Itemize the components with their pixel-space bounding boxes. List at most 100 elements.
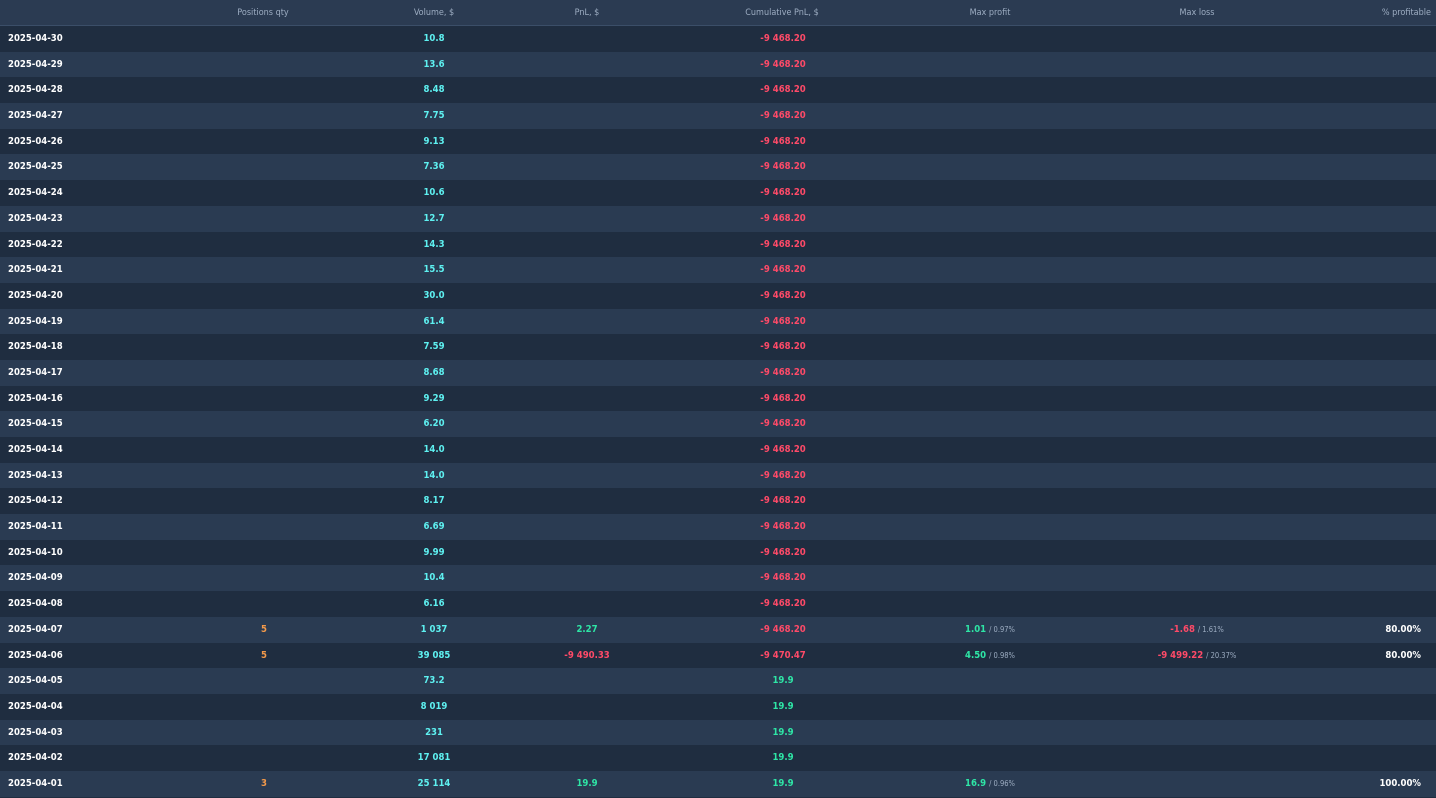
table-row[interactable]: 2025-04-21 15.5 -9 468.20	[0, 257, 1436, 283]
row-cumulative-pnl: -9 468.20	[760, 212, 806, 224]
row-pnl: -9 490.33	[564, 649, 610, 661]
row-volume: 14.0	[423, 469, 445, 481]
row-pct-profitable: 80.00%	[1385, 623, 1421, 635]
max-profit-value: 16.9	[965, 777, 987, 789]
table-row[interactable]: 2025-04-30 10.8 -9 468.20	[0, 26, 1436, 52]
table-row[interactable]: 2025-04-04 8 019 19.9	[0, 693, 1436, 720]
table-row[interactable]: 2025-04-07 5 1 037 2.27 -9 468.20 1.01 / 0.97…	[0, 616, 1436, 643]
table-row[interactable]: 2025-04-13 14.0 -9 468.20	[0, 462, 1436, 489]
header-volume[interactable]: Volume, $	[414, 0, 454, 26]
table-row[interactable]: 2025-04-18 7.59 -9 468.20	[0, 334, 1436, 360]
row-cumulative-pnl: -9 468.20	[760, 623, 806, 635]
row-volume: 6.20	[423, 418, 445, 430]
table-row[interactable]: 2025-04-17 8.68 -9 468.20	[0, 359, 1436, 386]
row-date: 2025-04-23	[8, 212, 63, 224]
row-cumulative-pnl: 19.9	[772, 752, 794, 764]
table-row[interactable]: 2025-04-03 231 19.9	[0, 719, 1436, 746]
row-volume: 9.99	[423, 546, 445, 558]
table-row[interactable]: 2025-04-26 9.13 -9 468.20	[0, 128, 1436, 155]
row-volume: 10.6	[423, 187, 445, 199]
row-pnl: 19.9	[576, 777, 598, 789]
table-row[interactable]: 2025-04-24 10.6 -9 468.20	[0, 180, 1436, 206]
header-positions-qty[interactable]: Positions qty	[237, 0, 288, 26]
row-date: 2025-04-27	[8, 110, 63, 122]
header-pnl[interactable]: PnL, $	[575, 0, 600, 26]
row-date: 2025-04-13	[8, 469, 63, 481]
row-date: 2025-04-01	[8, 777, 63, 789]
table-row[interactable]: 2025-04-08 6.16 -9 468.20	[0, 591, 1436, 617]
table-row[interactable]: 2025-04-06 5 39 085 -9 490.33 -9 470.47 4.50 …	[0, 642, 1436, 669]
row-volume: 13.6	[423, 58, 445, 70]
row-volume: 30.0	[423, 289, 445, 301]
table-row[interactable]: 2025-04-19 61.4 -9 468.20	[0, 308, 1436, 335]
table-row[interactable]: 2025-04-12 8.17 -9 468.20	[0, 488, 1436, 515]
row-cumulative-pnl: -9 468.20	[760, 187, 806, 199]
row-date: 2025-04-08	[8, 598, 63, 610]
header-pct-profitable[interactable]: % profitable	[1382, 0, 1431, 26]
row-cumulative-pnl: -9 468.20	[760, 33, 806, 44]
row-cumulative-pnl: -9 468.20	[760, 110, 806, 122]
header-max-profit[interactable]: Max profit	[970, 0, 1011, 26]
row-date: 2025-04-09	[8, 572, 63, 584]
table-row[interactable]: 2025-04-15 6.20 -9 468.20	[0, 411, 1436, 437]
row-cumulative-pnl: -9 468.20	[760, 521, 806, 533]
row-cumulative-pnl: -9 468.20	[760, 289, 806, 301]
row-cumulative-pnl: 19.9	[772, 675, 794, 687]
row-cumulative-pnl: -9 468.20	[760, 392, 806, 404]
row-cumulative-pnl: -9 468.20	[760, 469, 806, 481]
row-date: 2025-04-25	[8, 161, 63, 173]
row-cumulative-pnl: -9 468.20	[760, 135, 806, 147]
row-volume: 8.17	[423, 495, 445, 507]
row-volume: 10.4	[423, 572, 445, 584]
table-row[interactable]: 2025-04-22 14.3 -9 468.20	[0, 231, 1436, 258]
row-volume: 17 081	[417, 752, 451, 764]
row-cumulative-pnl: -9 468.20	[760, 598, 806, 610]
row-date: 2025-04-10	[8, 546, 63, 558]
row-volume: 10.8	[423, 33, 445, 44]
row-max-profit: 1.01 / 0.97%	[965, 617, 1015, 643]
row-date: 2025-04-17	[8, 366, 63, 378]
row-date: 2025-04-24	[8, 187, 63, 199]
row-cumulative-pnl: 19.9	[772, 700, 794, 712]
row-cumulative-pnl: 19.9	[772, 777, 794, 789]
row-pct-profitable: 100.00%	[1379, 777, 1421, 789]
row-cumulative-pnl: -9 470.47	[760, 649, 806, 661]
row-date: 2025-04-28	[8, 84, 63, 96]
row-date: 2025-04-21	[8, 264, 63, 276]
row-date: 2025-04-16	[8, 392, 63, 404]
table-row[interactable]: 2025-04-28 8.48 -9 468.20	[0, 77, 1436, 104]
table-row[interactable]: 2025-04-09 10.4 -9 468.20	[0, 565, 1436, 592]
table-row[interactable]: 2025-04-11 6.69 -9 468.20	[0, 514, 1436, 540]
table-row[interactable]: 2025-04-10 9.99 -9 468.20	[0, 539, 1436, 566]
row-volume: 15.5	[423, 264, 445, 276]
table-row[interactable]: 2025-04-05 73.2 19.9	[0, 668, 1436, 694]
row-date: 2025-04-26	[8, 135, 63, 147]
table-row[interactable]: 2025-04-02 17 081 19.9	[0, 745, 1436, 771]
max-profit-percent: / 0.97%	[989, 624, 1015, 634]
max-profit-percent: / 0.96%	[989, 778, 1015, 788]
header-max-loss[interactable]: Max loss	[1180, 0, 1215, 26]
table-row[interactable]: 2025-04-27 7.75 -9 468.20	[0, 103, 1436, 129]
row-cumulative-pnl: -9 468.20	[760, 315, 806, 327]
table-row[interactable]: 2025-04-16 9.29 -9 468.20	[0, 385, 1436, 412]
header-cumulative-pnl[interactable]: Cumulative PnL, $	[745, 0, 818, 26]
table-row[interactable]: 2025-04-23 12.7 -9 468.20	[0, 205, 1436, 232]
row-cumulative-pnl: 19.9	[772, 726, 794, 738]
table-row[interactable]: 2025-04-20 30.0 -9 468.20	[0, 282, 1436, 309]
table-row[interactable]: 2025-04-25 7.36 -9 468.20	[0, 154, 1436, 181]
table-row[interactable]: 2025-04-29 13.6 -9 468.20	[0, 51, 1436, 78]
table-row[interactable]: 2025-04-14 14.0 -9 468.20	[0, 437, 1436, 463]
row-date: 2025-04-11	[8, 521, 63, 533]
row-date: 2025-04-15	[8, 418, 63, 430]
row-volume: 8.68	[423, 366, 445, 378]
row-cumulative-pnl: -9 468.20	[760, 495, 806, 507]
row-volume: 8 019	[420, 700, 448, 712]
max-loss-percent: / 20.37%	[1206, 650, 1237, 660]
row-max-loss: -9 499.22 / 20.37%	[1158, 643, 1237, 669]
row-positions-qty: 5	[261, 623, 267, 635]
table-row[interactable]: 2025-04-01 3 25 114 19.9 19.9 16.9 / 0.96% 100…	[0, 770, 1436, 797]
row-cumulative-pnl: -9 468.20	[760, 444, 806, 455]
row-max-loss: -1.68 / 1.61%	[1170, 617, 1223, 643]
row-volume: 9.13	[423, 135, 445, 147]
table-body: 2025-04-30 10.8 -9 468.20 2025-04-29 13.6 -9 …	[0, 26, 1436, 797]
